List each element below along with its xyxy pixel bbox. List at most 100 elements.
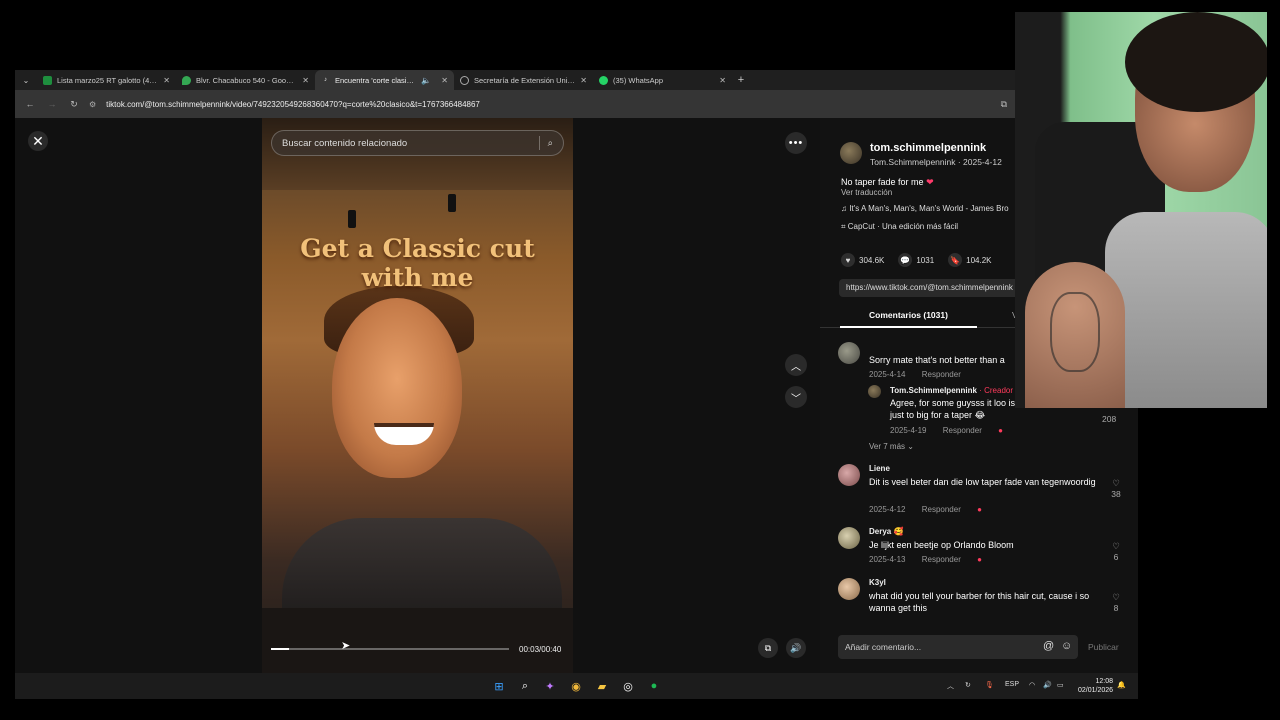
avatar[interactable] (838, 464, 860, 486)
creator-liked-icon: ● (998, 426, 1003, 435)
comment-input[interactable]: Añadir comentario... (838, 635, 1078, 659)
comment-text: Dit is veel beter dan die low taper fade… (869, 477, 1096, 487)
webcam-person-shirt (1105, 212, 1267, 408)
reload-icon[interactable]: ↻ (67, 99, 81, 110)
translate-link[interactable]: Ver traducción (841, 188, 892, 197)
comment-username-text[interactable]: Derya (869, 527, 891, 536)
comment-username[interactable]: Liene (869, 464, 890, 473)
capcut-link[interactable]: ⌗ CapCut · Una edición más fácil (841, 222, 958, 232)
comment-meta: 2025-4-12 Responder ● (869, 505, 996, 514)
search-icon[interactable]: ⌕ (548, 138, 553, 149)
comment-like-count: 8 (1113, 603, 1119, 613)
windows-start-icon[interactable]: ⊞ (491, 678, 507, 694)
close-tab-icon[interactable]: ✕ (580, 76, 587, 85)
pip-icon[interactable]: ⧉ (758, 638, 778, 658)
reply-link[interactable]: Responder (922, 370, 961, 379)
comment-username[interactable]: Derya 🥰 (869, 527, 903, 536)
battery-icon[interactable]: ▭ (1057, 681, 1064, 689)
reply-link[interactable]: Responder (943, 426, 982, 435)
related-search-input[interactable]: Buscar contenido relacionado (282, 138, 539, 149)
tiktok-page: ✕ Buscar contenido relacionado ⌕ Get a C… (15, 118, 1138, 673)
avatar[interactable] (840, 142, 862, 164)
capcut-label[interactable]: CapCut · Una edición más fácil (848, 222, 958, 231)
system-clock[interactable]: 12:08 02/01/2026 (1078, 677, 1113, 695)
tab-sheets[interactable]: Lista marzo25 RT galotto (4) - ( ✕ (37, 70, 176, 90)
comment-composer: Añadir comentario... @ ☺ Publicar (838, 635, 1128, 661)
reply-link[interactable]: Responder (922, 505, 961, 514)
heart-outline-icon[interactable]: ♡ (1106, 478, 1126, 489)
creator-liked-icon: ● (977, 505, 982, 514)
tiktok-icon: ♪ (324, 77, 327, 83)
video-time: 00:03/00:40 (519, 644, 562, 654)
tab-search-menu-icon[interactable]: ⌄ (15, 70, 37, 90)
search-icon[interactable]: ⌕ (517, 678, 533, 694)
emoji-picker-icon[interactable]: ☺ (1061, 640, 1072, 652)
next-video-button[interactable]: ﹀ (785, 386, 807, 408)
language-indicator[interactable]: ESP (1005, 681, 1019, 688)
comment-like[interactable]: ♡ 8 (1106, 592, 1126, 613)
heart-outline-icon[interactable]: ♡ (1106, 541, 1126, 552)
notifications-icon[interactable]: 🔔 (1117, 681, 1126, 689)
close-tab-icon[interactable]: ✕ (719, 76, 726, 85)
close-tab-icon[interactable]: ✕ (163, 76, 170, 85)
avatar[interactable] (868, 385, 881, 398)
tab-comments[interactable]: Comentarios (1031) (840, 310, 977, 328)
seek-bar[interactable] (271, 648, 509, 650)
close-tab-icon[interactable]: ✕ (302, 76, 309, 85)
video-player[interactable]: Buscar contenido relacionado ⌕ Get a Cla… (262, 118, 573, 673)
avatar[interactable] (838, 342, 860, 364)
comment-like[interactable]: ♡ 6 (1106, 541, 1126, 562)
chrome-icon[interactable]: ◉ (568, 678, 584, 694)
more-options-button[interactable]: ••• (785, 132, 807, 154)
tab-secretaria[interactable]: Secretaría de Extensión Univers ✕ (454, 70, 593, 90)
mute-tab-icon[interactable]: 🔈 (421, 76, 431, 85)
site-info-icon[interactable]: ⚙ (89, 100, 96, 109)
comment-username[interactable]: K3yl (869, 578, 886, 587)
music-title[interactable]: It's A Man's, Man's, Man's World - James… (849, 204, 1008, 213)
forward-icon[interactable]: → (45, 99, 59, 109)
comment-like[interactable]: ♡ 38 (1106, 478, 1126, 499)
volume-icon[interactable]: 🔊 (786, 638, 806, 658)
video-person-face (332, 298, 462, 478)
mention-icon[interactable]: @ (1043, 640, 1054, 652)
related-search-bar[interactable]: Buscar contenido relacionado ⌕ (271, 130, 564, 156)
obs-icon[interactable]: ◎ (620, 678, 636, 694)
heart-emoji-icon: ❤ (926, 177, 934, 187)
like-button[interactable]: ♥ 304.6K (841, 253, 884, 267)
publish-button[interactable]: Publicar (1088, 642, 1119, 652)
music-link[interactable]: ♫ It's A Man's, Man's, Man's World - Jam… (841, 204, 1009, 213)
avatar[interactable] (838, 527, 860, 549)
back-icon[interactable]: ← (23, 99, 37, 109)
avatar[interactable] (838, 578, 860, 600)
browser-tab-bar: ⌄ Lista marzo25 RT galotto (4) - ( ✕ Blv… (15, 70, 1015, 90)
comment-button[interactable]: 💬 1031 (898, 253, 934, 267)
description-text: No taper fade for me (841, 177, 924, 187)
author-block[interactable]: tom.schimmelpennink Tom.Schimmelpennink … (840, 142, 1002, 167)
maps-icon (182, 75, 191, 85)
tray-chevron-icon[interactable]: ︿ (947, 681, 954, 691)
save-button[interactable]: 🔖 104.2K (948, 253, 992, 267)
url-field[interactable]: tiktok.com/@tom.schimmelpennink/video/74… (106, 100, 480, 109)
tray-app-icon[interactable]: ↻ (965, 681, 971, 689)
install-app-icon[interactable]: ⧉ (1001, 99, 1007, 110)
close-tab-icon[interactable]: ✕ (441, 76, 448, 85)
new-tab-button[interactable]: + (732, 74, 750, 86)
previous-video-button[interactable]: ︿ (785, 354, 807, 376)
comment-date: 2025-4-12 (869, 505, 906, 514)
reply-author[interactable]: Tom.Schimmelpennink · Creador (890, 386, 1013, 395)
microphone-icon[interactable]: 🎙 (985, 681, 994, 689)
heart-outline-icon[interactable]: ♡ (1106, 592, 1126, 603)
wifi-icon[interactable]: ◠ (1029, 681, 1035, 689)
tab-whatsapp[interactable]: (35) WhatsApp ✕ (593, 70, 732, 90)
copilot-icon[interactable]: ✦ (542, 678, 558, 694)
close-video-button[interactable]: ✕ (28, 131, 48, 151)
reply-username[interactable]: Tom.Schimmelpennink (890, 386, 977, 395)
tab-maps[interactable]: Blvr. Chacabuco 540 - Google M ✕ (176, 70, 315, 90)
author-username[interactable]: tom.schimmelpennink (870, 142, 1002, 154)
file-explorer-icon[interactable]: ▰ (594, 678, 610, 694)
volume-icon[interactable]: 🔊 (1043, 681, 1052, 689)
tab-tiktok[interactable]: ♪ Encuentra 'corte clasico' en 🔈 ✕ (315, 70, 454, 90)
reply-link[interactable]: Responder (922, 555, 961, 564)
spotify-icon[interactable]: ● (646, 678, 662, 694)
view-more-replies[interactable]: Ver 7 más ⌄ (869, 442, 914, 451)
